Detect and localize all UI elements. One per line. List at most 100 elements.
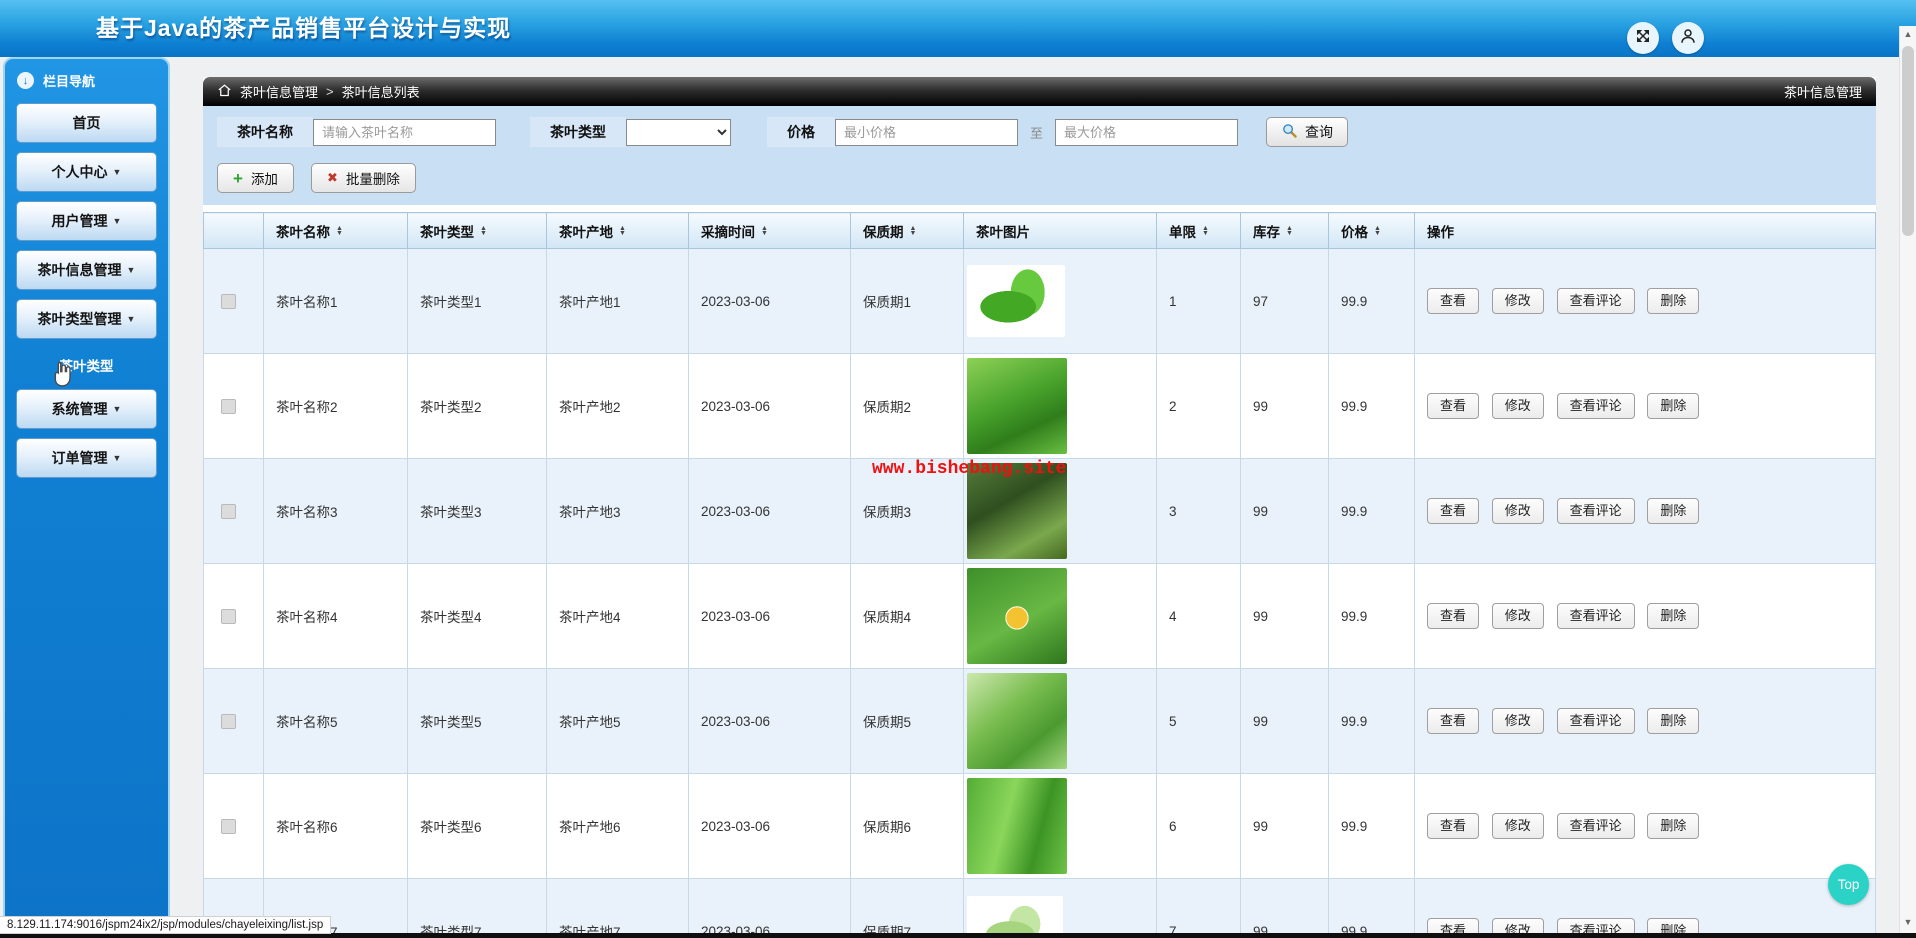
page-scrollbar[interactable]: ▲ ▼ <box>1899 26 1916 938</box>
column-header-stock[interactable]: 库存 ▲▼ <box>1241 213 1329 249</box>
chevron-down-icon: ▼ <box>113 404 122 414</box>
back-to-top-button[interactable]: Top <box>1828 864 1869 905</box>
row-checkbox[interactable] <box>221 399 236 414</box>
sidebar-item-home[interactable]: 首页 <box>16 103 157 143</box>
column-header-origin[interactable]: 茶叶产地 ▲▼ <box>547 213 689 249</box>
sidebar-item-label: 订单管理 <box>52 448 108 468</box>
search-button-label: 查询 <box>1305 122 1333 142</box>
delete-button[interactable]: 删除 <box>1647 288 1699 314</box>
cell-shelf-life: 保质期1 <box>851 249 964 354</box>
sidebar-item-tea-info-management[interactable]: 茶叶信息管理 ▼ <box>16 250 157 290</box>
search-button[interactable]: 查询 <box>1266 117 1348 147</box>
delete-button[interactable]: 删除 <box>1647 498 1699 524</box>
cell-stock: 99 <box>1241 459 1329 564</box>
column-header-shelf[interactable]: 保质期 ▲▼ <box>851 213 964 249</box>
edit-button[interactable]: 修改 <box>1492 498 1544 524</box>
delete-button[interactable]: 删除 <box>1647 813 1699 839</box>
column-header-name[interactable]: 茶叶名称 ▲▼ <box>264 213 408 249</box>
column-header-picked[interactable]: 采摘时间 ▲▼ <box>689 213 851 249</box>
view-button[interactable]: 查看 <box>1427 393 1479 419</box>
view-comments-button[interactable]: 查看评论 <box>1557 288 1635 314</box>
user-icon <box>1679 27 1697 50</box>
tea-type-select[interactable] <box>626 119 731 146</box>
cell-tea-origin: 茶叶产地2 <box>547 354 689 459</box>
view-button[interactable]: 查看 <box>1427 813 1479 839</box>
edit-button[interactable]: 修改 <box>1492 288 1544 314</box>
view-comments-button[interactable]: 查看评论 <box>1557 498 1635 524</box>
sidebar-item-label: 茶叶信息管理 <box>38 260 122 280</box>
cell-price: 99.9 <box>1329 564 1415 669</box>
scroll-up-icon[interactable]: ▲ <box>1900 26 1916 42</box>
user-button[interactable] <box>1672 22 1704 54</box>
filter-group-price: 价格 至 <box>767 117 1238 147</box>
cell-limit: 1 <box>1157 249 1241 354</box>
sort-icon: ▲▼ <box>1202 226 1209 236</box>
page-title: 基于Java的茶产品销售平台设计与实现 <box>96 0 511 56</box>
column-label: 单限 <box>1169 221 1196 241</box>
scroll-down-icon[interactable]: ▼ <box>1900 914 1916 930</box>
column-label: 茶叶类型 <box>420 221 474 241</box>
plus-icon: + <box>233 170 243 187</box>
cell-tea-origin: 茶叶产地6 <box>547 774 689 879</box>
cell-limit: 6 <box>1157 774 1241 879</box>
delete-button[interactable]: 删除 <box>1647 603 1699 629</box>
breadcrumb-section[interactable]: 茶叶信息管理 <box>240 82 318 101</box>
column-header-limit[interactable]: 单限 ▲▼ <box>1157 213 1241 249</box>
view-button[interactable]: 查看 <box>1427 288 1479 314</box>
add-button[interactable]: + 添加 <box>217 163 294 193</box>
min-price-input[interactable] <box>835 119 1018 146</box>
cell-tea-name: 茶叶名称6 <box>264 774 408 879</box>
topbar-icon-group <box>1627 22 1704 54</box>
sidebar-item-tea-type-management[interactable]: 茶叶类型管理 ▼ <box>16 299 157 339</box>
column-label: 操作 <box>1427 225 1454 240</box>
view-button[interactable]: 查看 <box>1427 498 1479 524</box>
delete-button[interactable]: 删除 <box>1647 393 1699 419</box>
view-comments-button[interactable]: 查看评论 <box>1557 603 1635 629</box>
search-icon <box>1281 122 1298 142</box>
sidebar-item-user-management[interactable]: 用户管理 ▼ <box>16 201 157 241</box>
header-checkbox-cell <box>204 213 264 249</box>
view-button[interactable]: 查看 <box>1427 708 1479 734</box>
cell-tea-origin: 茶叶产地4 <box>547 564 689 669</box>
scrollbar-thumb[interactable] <box>1902 46 1914 236</box>
cell-tea-type: 茶叶类型6 <box>408 774 547 879</box>
view-comments-button[interactable]: 查看评论 <box>1557 393 1635 419</box>
row-checkbox[interactable] <box>221 609 236 624</box>
cell-stock: 99 <box>1241 354 1329 459</box>
edit-button[interactable]: 修改 <box>1492 708 1544 734</box>
column-label: 价格 <box>1341 221 1368 241</box>
view-button[interactable]: 查看 <box>1427 603 1479 629</box>
tea-photo <box>967 673 1067 769</box>
max-price-input[interactable] <box>1055 119 1238 146</box>
cross-icon: ✖ <box>327 170 338 186</box>
sidebar-item-system-management[interactable]: 系统管理 ▼ <box>16 389 157 429</box>
sort-icon: ▲▼ <box>336 226 343 236</box>
edit-button[interactable]: 修改 <box>1492 393 1544 419</box>
tea-name-input[interactable] <box>313 119 496 146</box>
view-comments-button[interactable]: 查看评论 <box>1557 708 1635 734</box>
cell-limit: 5 <box>1157 669 1241 774</box>
row-checkbox[interactable] <box>221 819 236 834</box>
sidebar-item-personal-center[interactable]: 个人中心 ▼ <box>16 152 157 192</box>
column-header-type[interactable]: 茶叶类型 ▲▼ <box>408 213 547 249</box>
cell-shelf-life: 保质期2 <box>851 354 964 459</box>
home-icon <box>217 83 232 101</box>
sidebar-item-order-management[interactable]: 订单管理 ▼ <box>16 438 157 478</box>
main-content: 茶叶信息管理 > 茶叶信息列表 茶叶信息管理 茶叶名称 茶叶类型 价格 至 <box>203 77 1876 938</box>
sidebar-nav-title: 栏目导航 <box>43 71 95 90</box>
edit-button[interactable]: 修改 <box>1492 603 1544 629</box>
cell-shelf-life: 保质期6 <box>851 774 964 879</box>
row-checkbox[interactable] <box>221 504 236 519</box>
delete-button[interactable]: 删除 <box>1647 708 1699 734</box>
edit-button[interactable]: 修改 <box>1492 813 1544 839</box>
sidebar-subitem-tea-type[interactable]: 茶叶类型 <box>5 350 168 380</box>
cell-picked-date: 2023-03-06 <box>689 669 851 774</box>
row-checkbox[interactable] <box>221 714 236 729</box>
row-checkbox[interactable] <box>221 294 236 309</box>
column-header-price[interactable]: 价格 ▲▼ <box>1329 213 1415 249</box>
cell-tea-name: 茶叶名称3 <box>264 459 408 564</box>
view-comments-button[interactable]: 查看评论 <box>1557 813 1635 839</box>
column-header-image: 茶叶图片 <box>964 213 1157 249</box>
fullscreen-button[interactable] <box>1627 22 1659 54</box>
batch-delete-button[interactable]: ✖ 批量删除 <box>311 163 416 193</box>
